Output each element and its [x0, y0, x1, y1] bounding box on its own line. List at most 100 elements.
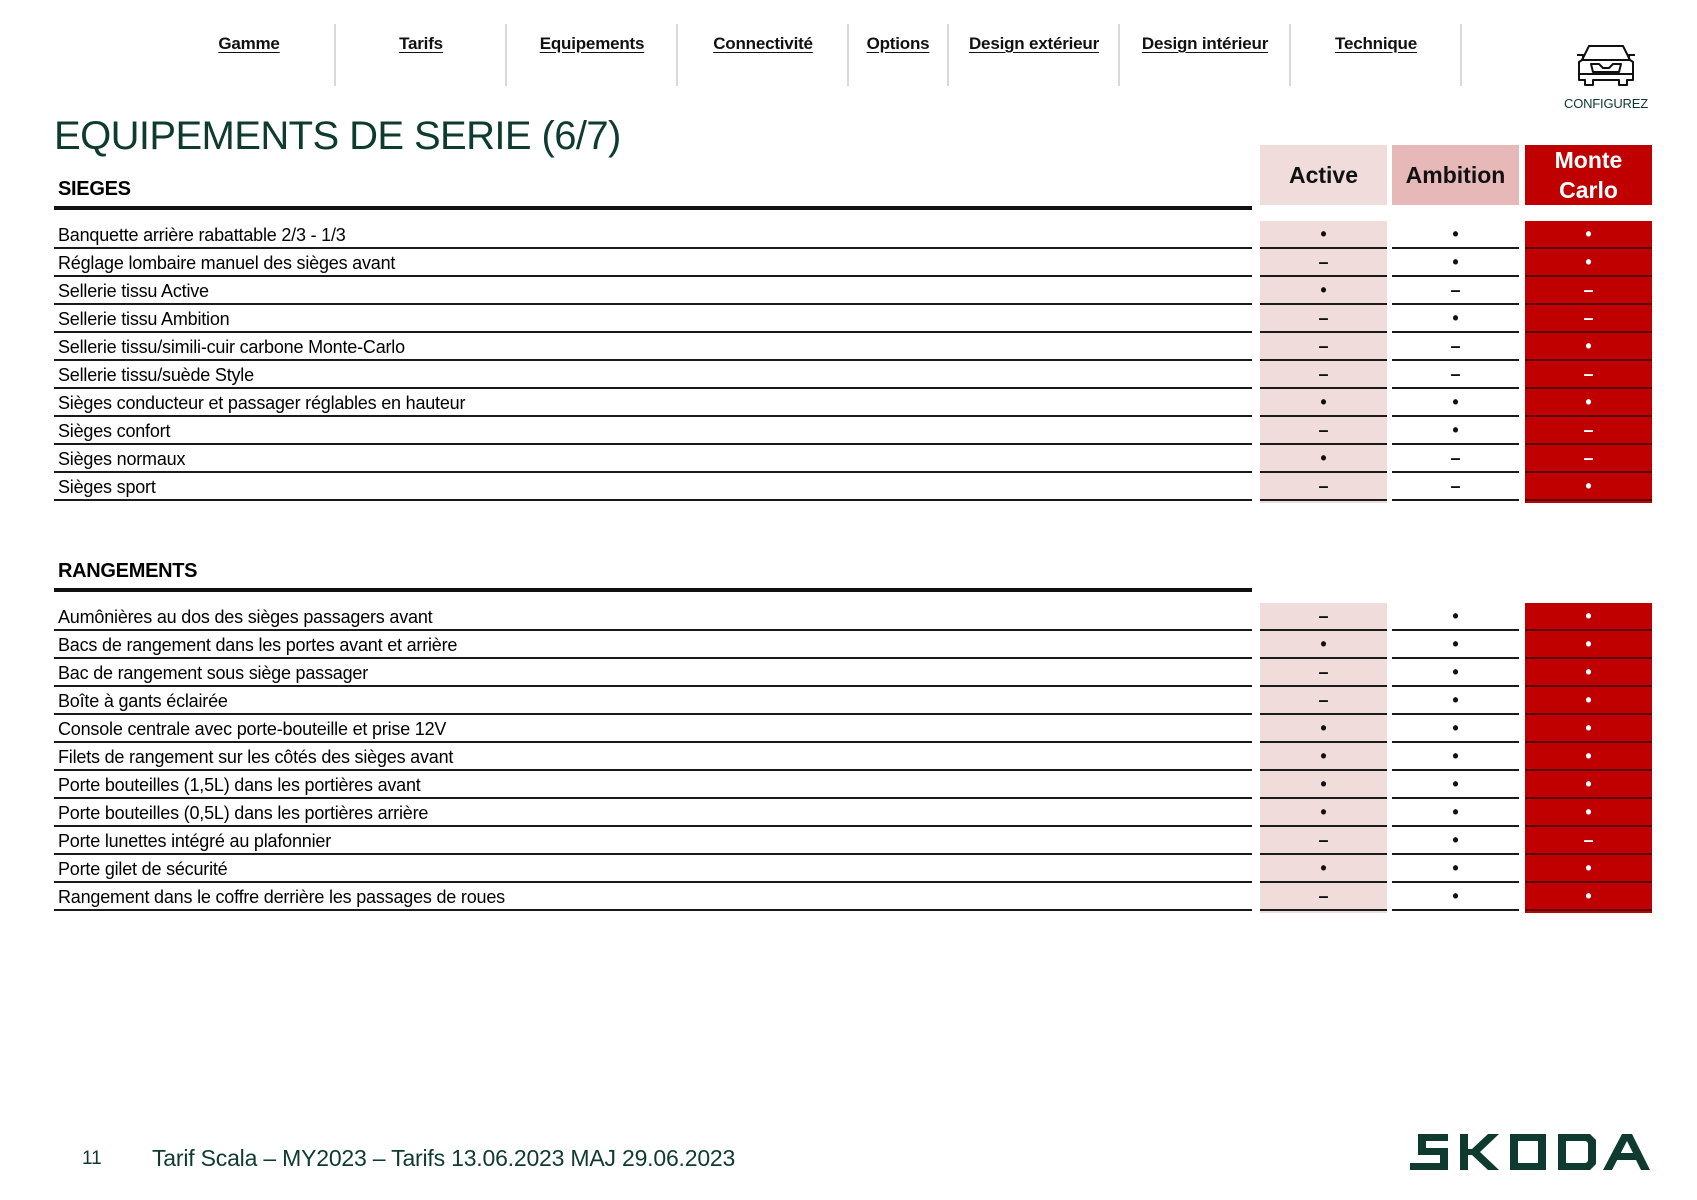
equipment-label: Sièges conducteur et passager réglables … — [58, 393, 466, 413]
ambition-availability-marker: • — [1452, 392, 1459, 412]
monte-carlo-availability-marker: • — [1585, 746, 1592, 766]
section-divider — [54, 588, 1252, 592]
ambition-availability-marker: • — [1452, 718, 1459, 738]
trim-header-active: Active — [1260, 145, 1387, 205]
equipment-table: Aumônières au dos des sièges passagers a… — [54, 603, 1652, 911]
ambition-availability-marker: • — [1452, 224, 1459, 244]
active-availability-marker: • — [1320, 774, 1327, 794]
ambition-availability-marker: • — [1452, 252, 1459, 272]
active-availability-marker: – — [1318, 690, 1329, 710]
nav-item-design-exterieur[interactable]: Design extérieur — [949, 24, 1119, 88]
nav-item-tarifs[interactable]: Tarifs — [336, 24, 506, 88]
equipment-label: Sellerie tissu/suède Style — [58, 365, 254, 385]
table-row: Porte lunettes intégré au plafonnier – • – — [54, 827, 1652, 855]
section-title: SIEGES — [58, 178, 131, 200]
monte-carlo-availability-marker: – — [1583, 364, 1594, 384]
equipment-label: Bacs de rangement dans les portes avant … — [58, 635, 458, 655]
row-divider — [54, 909, 1252, 911]
page-number: 11 — [82, 1148, 102, 1169]
nav-item-technique[interactable]: Technique — [1291, 24, 1461, 88]
table-row: Boîte à gants éclairée – • • — [54, 687, 1652, 715]
active-availability-marker: • — [1320, 634, 1327, 654]
trim-header-ambition: Ambition — [1392, 145, 1519, 205]
active-availability-marker: – — [1318, 830, 1329, 850]
monte-carlo-availability-marker: – — [1583, 448, 1594, 468]
table-row: Sellerie tissu/suède Style – – – — [54, 361, 1652, 389]
table-row: Sièges normaux • – – — [54, 445, 1652, 473]
ambition-availability-marker: • — [1452, 420, 1459, 440]
ambition-availability-marker: • — [1452, 690, 1459, 710]
equipment-label: Console centrale avec porte-bouteille et… — [58, 719, 447, 739]
nav-link-options[interactable]: Options — [867, 34, 930, 54]
row-divider — [1392, 909, 1519, 911]
table-row: Bac de rangement sous siège passager – • • — [54, 659, 1652, 687]
equipment-label: Sièges normaux — [58, 449, 186, 469]
ambition-availability-marker: • — [1452, 606, 1459, 626]
ambition-availability-marker: – — [1450, 448, 1461, 468]
nav-link-technique[interactable]: Technique — [1335, 34, 1417, 54]
table-row: Porte bouteilles (1,5L) dans les portièr… — [54, 771, 1652, 799]
nav-link-connectivite[interactable]: Connectivité — [713, 34, 813, 54]
table-row: Porte bouteilles (0,5L) dans les portièr… — [54, 799, 1652, 827]
ambition-availability-marker: • — [1452, 802, 1459, 822]
active-availability-marker: – — [1318, 606, 1329, 626]
nav-link-design-interieur[interactable]: Design intérieur — [1142, 34, 1268, 54]
car-front-icon — [1577, 45, 1635, 86]
table-row: Filets de rangement sur les côtés des si… — [54, 743, 1652, 771]
nav-item-gamme[interactable]: Gamme — [164, 24, 334, 88]
row-divider — [1260, 909, 1387, 911]
active-availability-marker: – — [1318, 308, 1329, 328]
table-row: Sellerie tissu/simili-cuir carbone Monte… — [54, 333, 1652, 361]
ambition-availability-marker: – — [1450, 336, 1461, 356]
ambition-availability-marker: • — [1452, 830, 1459, 850]
page-title: EQUIPEMENTS DE SERIE (6/7) — [54, 114, 621, 158]
equipment-label: Aumônières au dos des sièges passagers a… — [58, 607, 433, 627]
active-availability-marker: – — [1318, 476, 1329, 496]
active-availability-marker: • — [1320, 746, 1327, 766]
nav-item-design-interieur[interactable]: Design intérieur — [1120, 24, 1290, 88]
equipment-label: Sellerie tissu Ambition — [58, 309, 230, 329]
row-divider — [1392, 499, 1519, 501]
footer-text: Tarif Scala – MY2023 – Tarifs 13.06.2023… — [152, 1145, 736, 1171]
active-availability-marker: • — [1320, 280, 1327, 300]
equipment-label: Porte gilet de sécurité — [58, 859, 228, 879]
active-availability-marker: • — [1320, 802, 1327, 822]
active-availability-marker: • — [1320, 718, 1327, 738]
nav-link-design-exterieur[interactable]: Design extérieur — [969, 34, 1099, 54]
active-availability-marker: – — [1318, 420, 1329, 440]
nav-item-connectivite[interactable]: Connectivité — [678, 24, 848, 88]
active-availability-marker: • — [1320, 858, 1327, 878]
table-row: Rangement dans le coffre derrière les pa… — [54, 883, 1652, 911]
equipment-label: Rangement dans le coffre derrière les pa… — [58, 887, 505, 907]
table-row: Sellerie tissu Active • – – — [54, 277, 1652, 305]
nav-link-tarifs[interactable]: Tarifs — [399, 34, 443, 54]
ambition-availability-marker: • — [1452, 886, 1459, 906]
nav-separator — [1460, 24, 1462, 86]
equipment-label: Boîte à gants éclairée — [58, 691, 228, 711]
monte-carlo-availability-marker: • — [1585, 476, 1592, 496]
monte-carlo-availability-marker: • — [1585, 606, 1592, 626]
nav-item-options[interactable]: Options — [849, 24, 947, 88]
active-availability-marker: – — [1318, 886, 1329, 906]
monte-carlo-availability-marker: • — [1585, 224, 1592, 244]
monte-carlo-availability-marker: • — [1585, 858, 1592, 878]
ambition-availability-marker: – — [1450, 280, 1461, 300]
table-row: Porte gilet de sécurité • • • — [54, 855, 1652, 883]
nav-link-equipements[interactable]: Equipements — [540, 34, 645, 54]
equipment-label: Filets de rangement sur les côtés des si… — [58, 747, 454, 767]
nav-item-equipements[interactable]: Equipements — [507, 24, 677, 88]
nav-link-gamme[interactable]: Gamme — [218, 34, 280, 54]
ambition-availability-marker: • — [1452, 774, 1459, 794]
monte-carlo-availability-marker: – — [1583, 420, 1594, 440]
configure-button[interactable]: CONFIGUREZ — [1556, 40, 1656, 111]
monte-carlo-availability-marker: • — [1585, 802, 1592, 822]
active-availability-marker: – — [1318, 662, 1329, 682]
trim-header-monte-carlo: Monte Carlo — [1525, 145, 1652, 205]
table-row: Sièges conducteur et passager réglables … — [54, 389, 1652, 417]
table-row: Sièges sport – – • — [54, 473, 1652, 501]
monte-carlo-availability-marker: • — [1585, 634, 1592, 654]
table-row: Réglage lombaire manuel des sièges avant… — [54, 249, 1652, 277]
ambition-availability-marker: • — [1452, 308, 1459, 328]
monte-carlo-availability-marker: – — [1583, 280, 1594, 300]
table-row: Sellerie tissu Ambition – • – — [54, 305, 1652, 333]
